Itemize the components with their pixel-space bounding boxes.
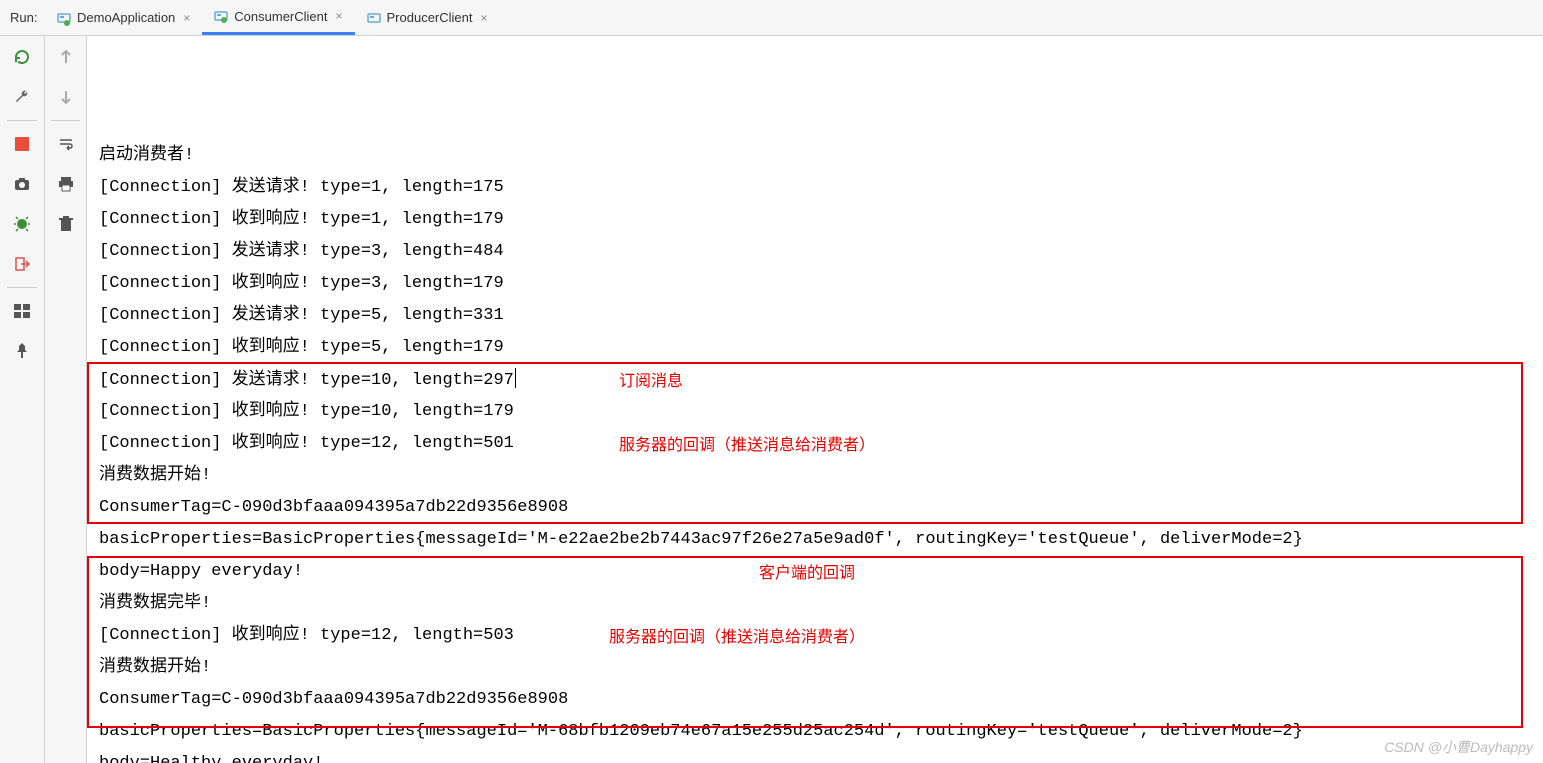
annotation-label: 订阅消息 xyxy=(619,366,683,398)
tab-label: ConsumerClient xyxy=(234,9,327,24)
bug-rerun-icon[interactable] xyxy=(11,213,33,235)
arrow-up-icon[interactable] xyxy=(55,46,77,68)
console-line: ConsumerTag=C-090d3bfaaa094395a7db22d935… xyxy=(99,684,1531,716)
print-icon[interactable] xyxy=(55,173,77,195)
run-config-icon xyxy=(367,11,381,25)
annotation-label: 客户端的回调 xyxy=(759,558,855,590)
close-icon[interactable]: × xyxy=(481,11,488,25)
top-bar: Run: DemoApplication × ConsumerClient × … xyxy=(0,0,1543,36)
running-dot-icon xyxy=(64,20,70,26)
console-line: ConsumerTag=C-090d3bfaaa094395a7db22d935… xyxy=(99,492,1531,524)
trash-icon[interactable] xyxy=(55,213,77,235)
console-line: 消费数据开始! xyxy=(99,460,1531,492)
arrow-down-icon[interactable] xyxy=(55,86,77,108)
console-line: [Connection] 收到响应! type=5, length=179 xyxy=(99,332,1531,364)
exit-icon[interactable] xyxy=(11,253,33,275)
console-line: basicProperties=BasicProperties{messageI… xyxy=(99,524,1531,556)
camera-icon[interactable] xyxy=(11,173,33,195)
wrench-icon[interactable] xyxy=(11,86,33,108)
watermark: CSDN @小曹Dayhappy xyxy=(1384,737,1533,757)
console-line: 消费数据完毕! xyxy=(99,588,1531,620)
console-line: 消费数据开始! xyxy=(99,652,1531,684)
stop-icon[interactable] xyxy=(11,133,33,155)
main-area: 启动消费者![Connection] 发送请求! type=1, length=… xyxy=(0,36,1543,763)
console-output[interactable]: 启动消费者![Connection] 发送请求! type=1, length=… xyxy=(87,36,1543,763)
annotation-label: 服务器的回调（推送消息给消费者） xyxy=(619,430,875,462)
console-line: body=Healthy everyday! xyxy=(99,748,1531,763)
tab-demoapplication[interactable]: DemoApplication × xyxy=(45,0,202,35)
console-line: [Connection] 收到响应! type=12, length=501服务… xyxy=(99,428,1531,460)
console-line: basicProperties=BasicProperties{messageI… xyxy=(99,716,1531,748)
soft-wrap-icon[interactable] xyxy=(55,133,77,155)
console-line: [Connection] 发送请求! type=3, length=484 xyxy=(99,236,1531,268)
tab-label: DemoApplication xyxy=(77,10,175,25)
tab-label: ProducerClient xyxy=(387,10,473,25)
close-icon[interactable]: × xyxy=(183,11,190,25)
pin-icon[interactable] xyxy=(11,340,33,362)
console-line: [Connection] 发送请求! type=10, length=297订阅… xyxy=(99,364,1531,396)
console-line: body=Happy everyday!客户端的回调 xyxy=(99,556,1531,588)
console-line: [Connection] 发送请求! type=5, length=331 xyxy=(99,300,1531,332)
close-icon[interactable]: × xyxy=(336,9,343,23)
text-caret xyxy=(515,368,516,388)
annotation-label: 服务器的回调（推送消息给消费者） xyxy=(609,622,865,654)
console-line: 启动消费者! xyxy=(99,140,1531,172)
left-toolbar-1 xyxy=(0,36,45,763)
tab-consumerclient[interactable]: ConsumerClient × xyxy=(202,0,354,35)
rerun-icon[interactable] xyxy=(11,46,33,68)
run-tabs: DemoApplication × ConsumerClient × Produ… xyxy=(45,0,500,35)
console-line: [Connection] 收到响应! type=10, length=179 xyxy=(99,396,1531,428)
layout-icon[interactable] xyxy=(11,300,33,322)
console-line: [Connection] 收到响应! type=12, length=503服务… xyxy=(99,620,1531,652)
tab-producerclient[interactable]: ProducerClient × xyxy=(355,0,500,35)
console-line: [Connection] 发送请求! type=1, length=175 xyxy=(99,172,1531,204)
left-toolbar-2 xyxy=(45,36,87,763)
run-panel-label: Run: xyxy=(0,0,45,35)
console-line: [Connection] 收到响应! type=3, length=179 xyxy=(99,268,1531,300)
console-line: [Connection] 收到响应! type=1, length=179 xyxy=(99,204,1531,236)
